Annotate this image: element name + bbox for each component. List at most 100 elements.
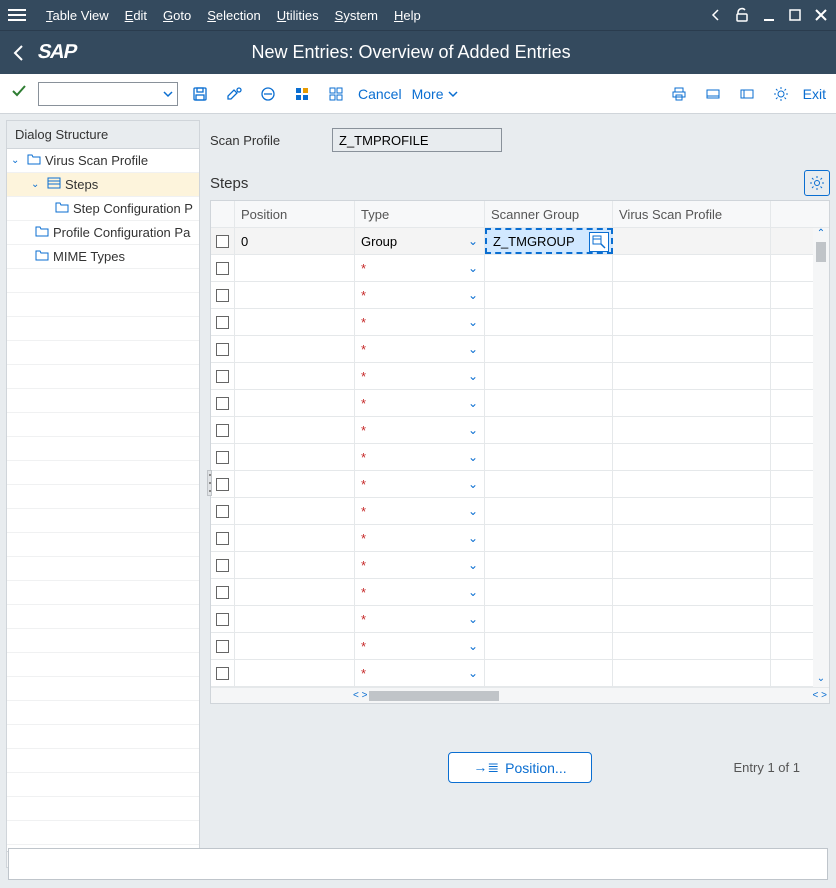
cell-scanner-group[interactable]	[485, 579, 613, 605]
chevron-down-icon[interactable]: ⌄	[468, 288, 478, 302]
cell-scanner-group[interactable]	[485, 606, 613, 632]
save-icon[interactable]	[188, 82, 212, 106]
position-button[interactable]: →≣ Position...	[448, 752, 591, 783]
back-icon[interactable]	[710, 9, 722, 21]
chevron-down-icon[interactable]: ⌄	[468, 396, 478, 410]
cell-position[interactable]	[235, 525, 355, 551]
row-checkbox[interactable]	[216, 559, 229, 572]
menu-system[interactable]: System	[335, 8, 378, 23]
row-checkbox[interactable]	[216, 262, 229, 275]
scan-profile-input[interactable]	[332, 128, 502, 152]
layout1-icon[interactable]	[701, 82, 725, 106]
tree-item-mime-types[interactable]: MIME Types	[7, 245, 199, 269]
chevron-down-icon[interactable]: ⌄	[468, 234, 478, 248]
tree-item-profile-config[interactable]: Profile Configuration Pa	[7, 221, 199, 245]
cell-type[interactable]: *⌄	[355, 309, 485, 335]
chevron-down-icon[interactable]: ⌄	[468, 315, 478, 329]
cell-virus-scan-profile[interactable]	[613, 336, 771, 362]
cell-scanner-group[interactable]	[485, 282, 613, 308]
row-checkbox[interactable]	[216, 505, 229, 518]
row-checkbox[interactable]	[216, 667, 229, 680]
cell-position[interactable]	[235, 633, 355, 659]
settings-icon[interactable]	[769, 82, 793, 106]
cell-scanner-group[interactable]	[485, 525, 613, 551]
cell-virus-scan-profile[interactable]	[613, 552, 771, 578]
cell-position[interactable]	[235, 336, 355, 362]
chevron-down-icon[interactable]: ⌄	[468, 558, 478, 572]
cell-virus-scan-profile[interactable]	[613, 471, 771, 497]
print-icon[interactable]	[667, 82, 691, 106]
column-position[interactable]: Position	[235, 201, 355, 227]
cell-scanner-group[interactable]	[485, 255, 613, 281]
cell-virus-scan-profile[interactable]	[613, 228, 771, 254]
table-row[interactable]: *⌄	[211, 498, 829, 525]
row-checkbox[interactable]	[216, 613, 229, 626]
cell-type[interactable]: *⌄	[355, 255, 485, 281]
chevron-down-icon[interactable]: ⌄	[468, 531, 478, 545]
chevron-down-icon[interactable]: ⌄	[468, 612, 478, 626]
hamburger-icon[interactable]	[8, 9, 32, 21]
cell-scanner-group[interactable]	[485, 552, 613, 578]
menu-help[interactable]: Help	[394, 8, 421, 23]
search-help-icon[interactable]	[589, 232, 609, 252]
cell-type[interactable]: Group⌄	[355, 228, 485, 254]
chevron-down-icon[interactable]: ⌄	[468, 423, 478, 437]
cell-virus-scan-profile[interactable]	[613, 255, 771, 281]
cell-scanner-group[interactable]	[485, 633, 613, 659]
menu-table-view[interactable]: Table View	[46, 8, 109, 23]
accept-button[interactable]	[10, 82, 28, 105]
row-checkbox[interactable]	[216, 289, 229, 302]
table-hscroll[interactable]: < > < >	[211, 687, 829, 703]
column-virus-scan-profile[interactable]: Virus Scan Profile	[613, 201, 771, 227]
splitter-handle[interactable]	[207, 470, 212, 496]
select-all-column[interactable]	[211, 201, 235, 227]
scroll-thumb[interactable]	[369, 691, 499, 701]
cell-position[interactable]	[235, 660, 355, 686]
chevron-down-icon[interactable]: ⌄	[468, 666, 478, 680]
cell-position[interactable]	[235, 309, 355, 335]
cell-scanner-group[interactable]	[485, 471, 613, 497]
cell-type[interactable]: *⌄	[355, 390, 485, 416]
cell-position[interactable]	[235, 363, 355, 389]
table-row[interactable]: *⌄	[211, 309, 829, 336]
close-icon[interactable]	[814, 8, 828, 22]
minimize-icon[interactable]	[762, 8, 776, 22]
menu-utilities[interactable]: Utilities	[277, 8, 319, 23]
cell-type[interactable]: *⌄	[355, 660, 485, 686]
cell-type[interactable]: *⌄	[355, 525, 485, 551]
table-row[interactable]: *⌄	[211, 525, 829, 552]
cell-position[interactable]: 0	[235, 228, 355, 254]
row-checkbox[interactable]	[216, 397, 229, 410]
cell-virus-scan-profile[interactable]	[613, 525, 771, 551]
column-scanner-group[interactable]: Scanner Group	[485, 201, 613, 227]
cell-type[interactable]: *⌄	[355, 606, 485, 632]
cell-virus-scan-profile[interactable]	[613, 606, 771, 632]
cell-scanner-group[interactable]	[485, 228, 613, 254]
delete-icon[interactable]	[256, 82, 280, 106]
row-checkbox[interactable]	[216, 424, 229, 437]
cell-type[interactable]: *⌄	[355, 444, 485, 470]
cell-type[interactable]: *⌄	[355, 471, 485, 497]
menu-edit[interactable]: Edit	[125, 8, 147, 23]
layout2-icon[interactable]	[735, 82, 759, 106]
row-checkbox[interactable]	[216, 343, 229, 356]
chevron-down-icon[interactable]: ⌄	[468, 450, 478, 464]
scroll-left-icon[interactable]: < >	[351, 690, 369, 701]
cell-virus-scan-profile[interactable]	[613, 309, 771, 335]
row-checkbox[interactable]	[216, 478, 229, 491]
scanner-group-input[interactable]	[493, 234, 581, 249]
command-field[interactable]	[38, 82, 178, 106]
cell-scanner-group[interactable]	[485, 363, 613, 389]
back-button[interactable]	[10, 44, 28, 62]
table-row[interactable]: *⌄	[211, 282, 829, 309]
cell-type[interactable]: *⌄	[355, 633, 485, 659]
cell-type[interactable]: *⌄	[355, 336, 485, 362]
cell-type[interactable]: *⌄	[355, 498, 485, 524]
cell-scanner-group[interactable]	[485, 444, 613, 470]
row-checkbox[interactable]	[216, 586, 229, 599]
cell-position[interactable]	[235, 255, 355, 281]
cell-type[interactable]: *⌄	[355, 417, 485, 443]
scroll-up-icon[interactable]: ⌃	[817, 228, 825, 242]
cancel-button[interactable]: Cancel	[358, 86, 402, 102]
row-checkbox[interactable]	[216, 235, 229, 248]
